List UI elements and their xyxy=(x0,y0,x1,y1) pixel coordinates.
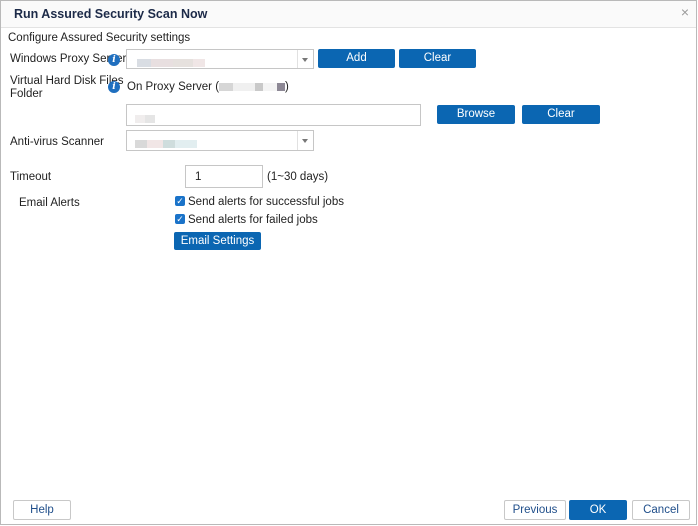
browse-button[interactable]: Browse xyxy=(437,105,515,124)
timeout-label: Timeout xyxy=(10,171,52,183)
on-proxy-server-option: On Proxy Server () xyxy=(127,81,289,93)
email-alerts-label: Email Alerts xyxy=(19,197,80,209)
timeout-value: 1 xyxy=(195,171,202,183)
send-success-alerts-checkbox[interactable]: ✓ xyxy=(175,196,185,206)
cancel-button[interactable]: Cancel xyxy=(632,500,690,520)
vhd-folder-label-line1: Virtual Hard Disk Files xyxy=(10,75,124,87)
windows-proxy-server-select[interactable] xyxy=(126,49,314,69)
antivirus-scanner-select[interactable] xyxy=(126,130,314,151)
dialog-titlebar: Run Assured Security Scan Now × xyxy=(1,1,696,28)
redacted-value xyxy=(255,82,264,91)
send-success-alerts-label[interactable]: Send alerts for successful jobs xyxy=(188,196,344,208)
vhd-folder-path-input[interactable] xyxy=(126,104,421,126)
timeout-input[interactable]: 1 xyxy=(185,165,263,188)
antivirus-scanner-label: Anti-virus Scanner xyxy=(10,136,104,148)
info-icon[interactable]: i xyxy=(108,54,120,66)
on-proxy-server-prefix: On Proxy Server ( xyxy=(127,81,220,93)
ok-button[interactable]: OK xyxy=(569,500,627,520)
redacted-value xyxy=(233,82,256,91)
chevron-down-icon[interactable] xyxy=(297,131,313,150)
close-icon[interactable]: × xyxy=(681,5,689,19)
redacted-value xyxy=(263,82,278,91)
clear-folder-button[interactable]: Clear xyxy=(522,105,600,124)
timeout-hint: (1~30 days) xyxy=(267,171,329,183)
send-failed-alerts-label[interactable]: Send alerts for failed jobs xyxy=(188,214,318,226)
vhd-folder-label-line2: Folder xyxy=(10,88,43,100)
redacted-value xyxy=(219,82,234,91)
clear-proxy-button[interactable]: Clear xyxy=(399,49,476,68)
email-settings-button[interactable]: Email Settings xyxy=(174,232,261,250)
dialog-title: Run Assured Security Scan Now xyxy=(14,7,208,21)
chevron-down-icon[interactable] xyxy=(297,50,313,68)
redacted-value xyxy=(135,137,197,151)
send-failed-alerts-checkbox[interactable]: ✓ xyxy=(175,214,185,224)
previous-button[interactable]: Previous xyxy=(504,500,566,520)
redacted-value xyxy=(137,56,205,70)
info-icon[interactable]: i xyxy=(108,81,120,93)
section-title: Configure Assured Security settings xyxy=(8,32,191,44)
vhd-folder-label: Virtual Hard Disk Files Folder xyxy=(10,75,124,101)
on-proxy-server-suffix: ) xyxy=(285,81,289,93)
redacted-value xyxy=(135,112,155,126)
help-button[interactable]: Help xyxy=(13,500,71,520)
run-assured-security-scan-dialog: Run Assured Security Scan Now × Configur… xyxy=(0,0,697,525)
add-proxy-button[interactable]: Add xyxy=(318,49,395,68)
redacted-value xyxy=(277,82,286,91)
